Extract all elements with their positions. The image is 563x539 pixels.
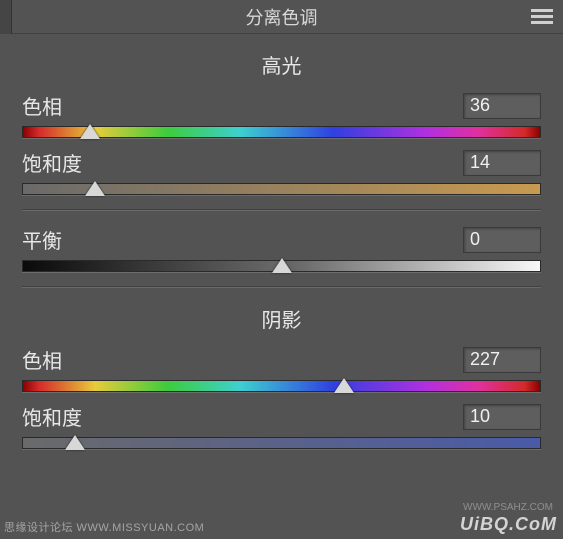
watermark-left: 思缘设计论坛 WWW.MISSYUAN.COM	[4, 519, 204, 535]
shadows-hue-label: 色相	[22, 345, 62, 374]
shadows-hue-slider[interactable]	[22, 380, 541, 392]
watermark-right-small: WWW.PSAHZ.COM	[463, 502, 553, 513]
panel-title: 分离色调	[246, 4, 318, 30]
shadows-saturation-slider[interactable]	[22, 437, 541, 449]
highlights-saturation-slider[interactable]	[22, 183, 541, 195]
balance-control: 平衡 0	[22, 225, 541, 272]
panel-content: 高光 色相 36 饱和度 14 平衡 0	[0, 50, 563, 449]
split-toning-panel: 分离色调 高光 色相 36 饱和度 14	[0, 0, 563, 539]
highlights-saturation-label: 饱和度	[22, 148, 82, 177]
divider	[22, 286, 541, 288]
shadows-hue-value[interactable]: 227	[463, 347, 541, 373]
watermark-right: UiBQ.CoM	[460, 514, 557, 535]
highlights-saturation-value[interactable]: 14	[463, 150, 541, 176]
divider	[22, 209, 541, 211]
shadows-saturation-control: 饱和度 10	[22, 402, 541, 449]
shadows-saturation-label: 饱和度	[22, 402, 82, 431]
highlights-hue-control: 色相 36	[22, 91, 541, 138]
menu-icon[interactable]	[531, 9, 553, 25]
shadows-saturation-value[interactable]: 10	[463, 404, 541, 430]
highlights-saturation-control: 饱和度 14	[22, 148, 541, 195]
prev-tab-edge[interactable]	[0, 0, 12, 34]
balance-slider[interactable]	[22, 260, 541, 272]
balance-value[interactable]: 0	[463, 227, 541, 253]
highlights-hue-value[interactable]: 36	[463, 93, 541, 119]
shadows-title: 阴影	[22, 304, 541, 333]
highlights-hue-slider[interactable]	[22, 126, 541, 138]
highlights-title: 高光	[22, 50, 541, 79]
panel-header: 分离色调	[0, 0, 563, 34]
highlights-hue-label: 色相	[22, 91, 62, 120]
balance-label: 平衡	[22, 225, 62, 254]
shadows-hue-control: 色相 227	[22, 345, 541, 392]
